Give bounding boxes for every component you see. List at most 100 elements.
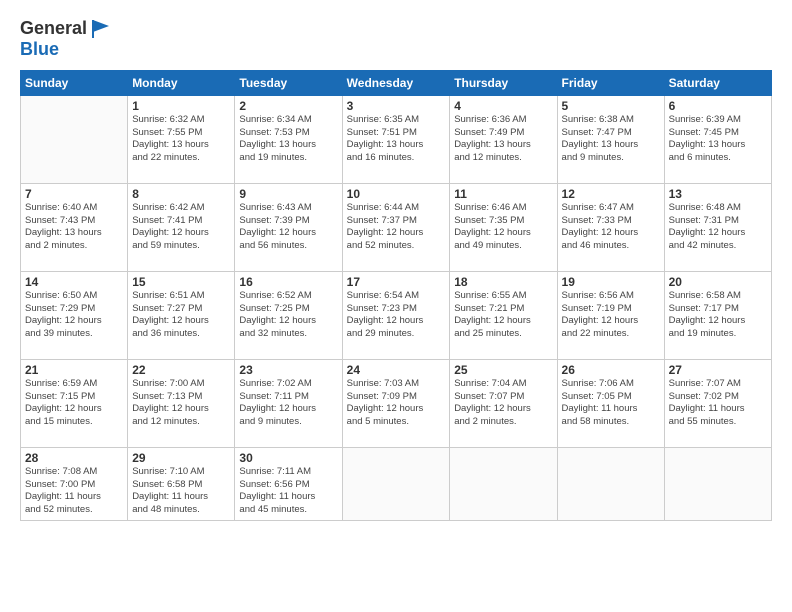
day-number: 7 (25, 187, 123, 201)
day-number: 9 (239, 187, 337, 201)
day-info: Sunrise: 6:54 AM Sunset: 7:23 PM Dayligh… (347, 290, 446, 341)
calendar-week-row: 14Sunrise: 6:50 AM Sunset: 7:29 PM Dayli… (21, 271, 772, 359)
day-info: Sunrise: 7:00 AM Sunset: 7:13 PM Dayligh… (132, 378, 230, 429)
calendar-cell: 14Sunrise: 6:50 AM Sunset: 7:29 PM Dayli… (21, 271, 128, 359)
day-number: 26 (562, 363, 660, 377)
calendar-cell (664, 447, 771, 520)
calendar-cell: 25Sunrise: 7:04 AM Sunset: 7:07 PM Dayli… (450, 359, 557, 447)
weekday-header-thursday: Thursday (450, 70, 557, 95)
day-number: 14 (25, 275, 123, 289)
weekday-header-sunday: Sunday (21, 70, 128, 95)
day-number: 11 (454, 187, 552, 201)
calendar-cell (21, 95, 128, 183)
day-number: 25 (454, 363, 552, 377)
day-info: Sunrise: 7:07 AM Sunset: 7:02 PM Dayligh… (669, 378, 767, 429)
weekday-header-tuesday: Tuesday (235, 70, 342, 95)
day-info: Sunrise: 7:02 AM Sunset: 7:11 PM Dayligh… (239, 378, 337, 429)
calendar-cell (342, 447, 450, 520)
day-number: 24 (347, 363, 446, 377)
day-info: Sunrise: 6:56 AM Sunset: 7:19 PM Dayligh… (562, 290, 660, 341)
day-info: Sunrise: 6:43 AM Sunset: 7:39 PM Dayligh… (239, 202, 337, 253)
day-info: Sunrise: 6:32 AM Sunset: 7:55 PM Dayligh… (132, 114, 230, 165)
day-number: 30 (239, 451, 337, 465)
calendar-cell: 10Sunrise: 6:44 AM Sunset: 7:37 PM Dayli… (342, 183, 450, 271)
day-number: 16 (239, 275, 337, 289)
day-number: 20 (669, 275, 767, 289)
calendar-cell: 28Sunrise: 7:08 AM Sunset: 7:00 PM Dayli… (21, 447, 128, 520)
calendar-week-row: 28Sunrise: 7:08 AM Sunset: 7:00 PM Dayli… (21, 447, 772, 520)
day-info: Sunrise: 6:42 AM Sunset: 7:41 PM Dayligh… (132, 202, 230, 253)
calendar-cell: 18Sunrise: 6:55 AM Sunset: 7:21 PM Dayli… (450, 271, 557, 359)
calendar-cell: 8Sunrise: 6:42 AM Sunset: 7:41 PM Daylig… (128, 183, 235, 271)
logo-flag-icon (89, 18, 111, 40)
day-number: 3 (347, 99, 446, 113)
calendar-cell: 21Sunrise: 6:59 AM Sunset: 7:15 PM Dayli… (21, 359, 128, 447)
logo-general: General (20, 19, 87, 39)
calendar-cell: 26Sunrise: 7:06 AM Sunset: 7:05 PM Dayli… (557, 359, 664, 447)
calendar-cell: 22Sunrise: 7:00 AM Sunset: 7:13 PM Dayli… (128, 359, 235, 447)
day-number: 4 (454, 99, 552, 113)
day-number: 13 (669, 187, 767, 201)
calendar-cell: 30Sunrise: 7:11 AM Sunset: 6:56 PM Dayli… (235, 447, 342, 520)
calendar-cell: 16Sunrise: 6:52 AM Sunset: 7:25 PM Dayli… (235, 271, 342, 359)
calendar-cell: 20Sunrise: 6:58 AM Sunset: 7:17 PM Dayli… (664, 271, 771, 359)
day-info: Sunrise: 7:03 AM Sunset: 7:09 PM Dayligh… (347, 378, 446, 429)
day-info: Sunrise: 6:59 AM Sunset: 7:15 PM Dayligh… (25, 378, 123, 429)
day-info: Sunrise: 6:51 AM Sunset: 7:27 PM Dayligh… (132, 290, 230, 341)
weekday-header-saturday: Saturday (664, 70, 771, 95)
calendar-cell: 29Sunrise: 7:10 AM Sunset: 6:58 PM Dayli… (128, 447, 235, 520)
logo-blue: Blue (20, 40, 111, 60)
weekday-header-monday: Monday (128, 70, 235, 95)
calendar-cell: 11Sunrise: 6:46 AM Sunset: 7:35 PM Dayli… (450, 183, 557, 271)
day-info: Sunrise: 7:10 AM Sunset: 6:58 PM Dayligh… (132, 466, 230, 517)
day-info: Sunrise: 6:50 AM Sunset: 7:29 PM Dayligh… (25, 290, 123, 341)
day-info: Sunrise: 6:39 AM Sunset: 7:45 PM Dayligh… (669, 114, 767, 165)
calendar-cell: 4Sunrise: 6:36 AM Sunset: 7:49 PM Daylig… (450, 95, 557, 183)
day-info: Sunrise: 7:06 AM Sunset: 7:05 PM Dayligh… (562, 378, 660, 429)
day-number: 21 (25, 363, 123, 377)
day-info: Sunrise: 6:34 AM Sunset: 7:53 PM Dayligh… (239, 114, 337, 165)
calendar-cell: 1Sunrise: 6:32 AM Sunset: 7:55 PM Daylig… (128, 95, 235, 183)
day-number: 27 (669, 363, 767, 377)
day-number: 28 (25, 451, 123, 465)
calendar-cell (557, 447, 664, 520)
day-info: Sunrise: 6:48 AM Sunset: 7:31 PM Dayligh… (669, 202, 767, 253)
day-info: Sunrise: 6:40 AM Sunset: 7:43 PM Dayligh… (25, 202, 123, 253)
day-info: Sunrise: 6:38 AM Sunset: 7:47 PM Dayligh… (562, 114, 660, 165)
calendar-cell: 13Sunrise: 6:48 AM Sunset: 7:31 PM Dayli… (664, 183, 771, 271)
day-number: 12 (562, 187, 660, 201)
calendar-cell: 19Sunrise: 6:56 AM Sunset: 7:19 PM Dayli… (557, 271, 664, 359)
calendar-cell (450, 447, 557, 520)
day-number: 15 (132, 275, 230, 289)
calendar-table: SundayMondayTuesdayWednesdayThursdayFrid… (20, 70, 772, 521)
calendar-week-row: 7Sunrise: 6:40 AM Sunset: 7:43 PM Daylig… (21, 183, 772, 271)
calendar-cell: 12Sunrise: 6:47 AM Sunset: 7:33 PM Dayli… (557, 183, 664, 271)
day-info: Sunrise: 6:36 AM Sunset: 7:49 PM Dayligh… (454, 114, 552, 165)
logo: General Blue (20, 18, 111, 60)
page-header: General Blue (20, 18, 772, 60)
day-info: Sunrise: 6:44 AM Sunset: 7:37 PM Dayligh… (347, 202, 446, 253)
day-number: 5 (562, 99, 660, 113)
calendar-cell: 23Sunrise: 7:02 AM Sunset: 7:11 PM Dayli… (235, 359, 342, 447)
day-number: 22 (132, 363, 230, 377)
day-number: 19 (562, 275, 660, 289)
calendar-week-row: 21Sunrise: 6:59 AM Sunset: 7:15 PM Dayli… (21, 359, 772, 447)
day-number: 18 (454, 275, 552, 289)
calendar-cell: 2Sunrise: 6:34 AM Sunset: 7:53 PM Daylig… (235, 95, 342, 183)
day-number: 23 (239, 363, 337, 377)
calendar-cell: 3Sunrise: 6:35 AM Sunset: 7:51 PM Daylig… (342, 95, 450, 183)
calendar-cell: 24Sunrise: 7:03 AM Sunset: 7:09 PM Dayli… (342, 359, 450, 447)
day-info: Sunrise: 7:11 AM Sunset: 6:56 PM Dayligh… (239, 466, 337, 517)
day-info: Sunrise: 6:52 AM Sunset: 7:25 PM Dayligh… (239, 290, 337, 341)
weekday-header-row: SundayMondayTuesdayWednesdayThursdayFrid… (21, 70, 772, 95)
day-info: Sunrise: 6:46 AM Sunset: 7:35 PM Dayligh… (454, 202, 552, 253)
calendar-cell: 9Sunrise: 6:43 AM Sunset: 7:39 PM Daylig… (235, 183, 342, 271)
day-info: Sunrise: 6:55 AM Sunset: 7:21 PM Dayligh… (454, 290, 552, 341)
calendar-cell: 17Sunrise: 6:54 AM Sunset: 7:23 PM Dayli… (342, 271, 450, 359)
calendar-cell: 5Sunrise: 6:38 AM Sunset: 7:47 PM Daylig… (557, 95, 664, 183)
day-info: Sunrise: 6:47 AM Sunset: 7:33 PM Dayligh… (562, 202, 660, 253)
day-number: 8 (132, 187, 230, 201)
day-info: Sunrise: 7:08 AM Sunset: 7:00 PM Dayligh… (25, 466, 123, 517)
calendar-cell: 7Sunrise: 6:40 AM Sunset: 7:43 PM Daylig… (21, 183, 128, 271)
weekday-header-friday: Friday (557, 70, 664, 95)
